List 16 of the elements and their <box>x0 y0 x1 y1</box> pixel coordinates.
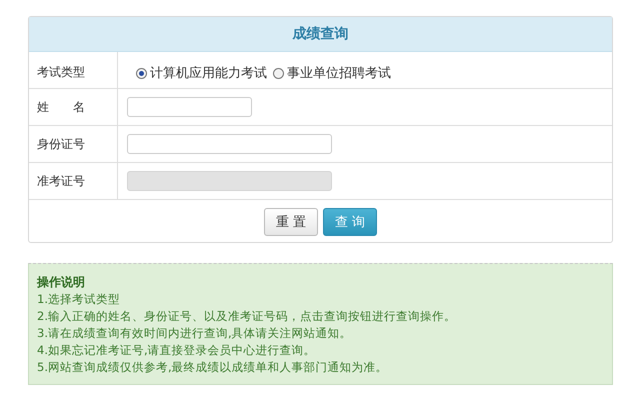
instruction-text: 4.如果忘记准考证号,请直接登录会员中心进行查询。 <box>37 342 317 359</box>
field-label: 身份证号 <box>37 136 85 152</box>
instruction-text: 2.输入正确的姓名、身份证号、以及准考证号码，点击查询按钮进行查询操作。 <box>37 308 457 325</box>
reset-button[interactable]: 重 置 <box>264 208 318 236</box>
instruction-text: 3.请在成绩查询有效时间内进行查询,具体请关注网站通知。 <box>37 325 353 342</box>
instruction-text: 5.网站查询成绩仅供参考,最终成绩以成绩单和人事部门通知为准。 <box>37 359 389 376</box>
field-label: 准考证号 <box>37 172 85 190</box>
instruction-text: 1.选择考试类型 <box>37 291 121 308</box>
input-field[interactable] <box>127 97 252 117</box>
input-field[interactable] <box>127 134 332 154</box>
field-label: 姓 名 <box>37 98 85 116</box>
radio-option[interactable]: 事业单位招聘考试 <box>273 64 391 82</box>
panel-title: 成绩查询 <box>29 17 612 52</box>
field-label: 考试类型 <box>37 64 85 81</box>
instructions-title: 操作说明 <box>37 274 86 291</box>
radio-option[interactable]: 计算机应用能力考试 <box>136 64 267 82</box>
